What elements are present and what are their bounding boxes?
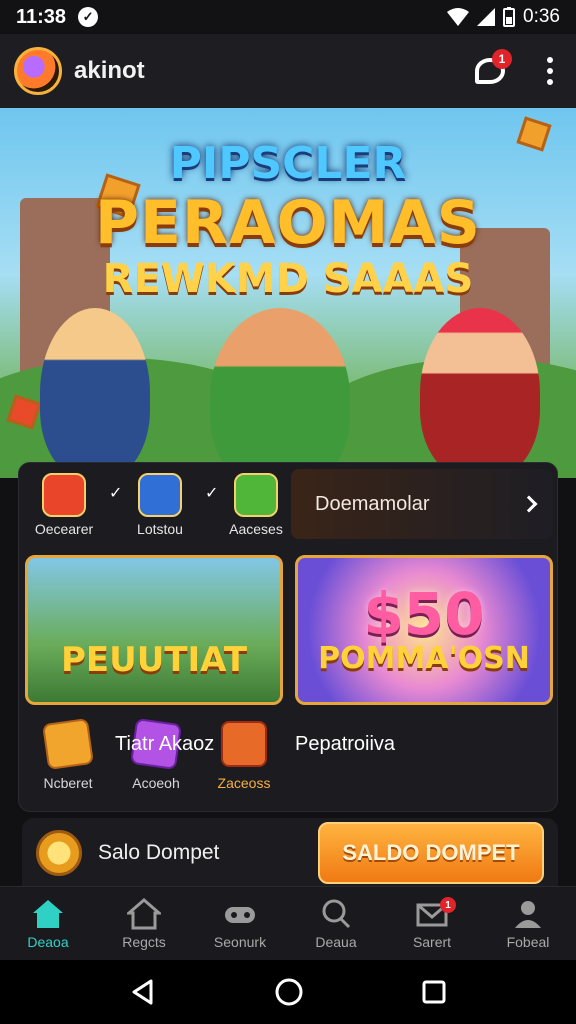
game-card-title: PEUUTIAT bbox=[60, 640, 248, 680]
nav-item-sarert[interactable]: 1 Sarert bbox=[384, 887, 480, 960]
nav-item-regcts[interactable]: Regcts bbox=[96, 887, 192, 960]
swirl-icon bbox=[234, 473, 278, 517]
hero-character-left bbox=[40, 308, 150, 478]
category-row: Oecearer ✓ Lotstou ✓ Aaceses Doemamolar bbox=[19, 463, 559, 545]
home-button-icon[interactable] bbox=[274, 977, 304, 1007]
promo-item[interactable]: Acoeoh bbox=[113, 718, 199, 791]
ticket-icon bbox=[42, 718, 94, 770]
wifi-icon bbox=[447, 8, 470, 26]
game-card[interactable]: PEUUTIAT bbox=[25, 555, 283, 705]
saldo-dompet-button[interactable]: SALDO DOMPET bbox=[318, 822, 544, 884]
chat-button[interactable]: 1 bbox=[468, 49, 512, 93]
nav-item-home[interactable]: Deaoa bbox=[0, 887, 96, 960]
promo-row: Ncberet Acoeoh Zaceoss Tiatr Akaoz Pepat… bbox=[25, 718, 555, 805]
status-time: 11:38 bbox=[16, 5, 67, 28]
monster-icon bbox=[42, 473, 86, 517]
profile-icon bbox=[511, 898, 545, 930]
nav-item-fobeal[interactable]: Fobeal bbox=[480, 887, 576, 960]
recents-icon[interactable] bbox=[421, 979, 447, 1005]
main-panel: Oecearer ✓ Lotstou ✓ Aaceses Doemamolar … bbox=[18, 462, 558, 812]
hero-title-line1: PIPSCLER bbox=[169, 138, 407, 189]
category-item[interactable]: Aaceses bbox=[211, 463, 301, 545]
status-clock: 0:36 bbox=[523, 6, 560, 27]
promo-item[interactable]: Zaceoss bbox=[201, 721, 287, 791]
status-bar: 11:38 ✓ 0:36 bbox=[0, 0, 576, 34]
promo-heading: Tiatr Akaoz bbox=[115, 733, 215, 755]
battery-icon bbox=[503, 7, 516, 27]
hero-character-center bbox=[210, 308, 350, 478]
nav-item-deaua[interactable]: Deaua bbox=[288, 887, 384, 960]
app-logo-icon[interactable] bbox=[14, 47, 62, 95]
home-icon bbox=[31, 898, 65, 930]
coupon-icon bbox=[221, 721, 267, 767]
promo-heading[interactable]: Pepatroiiva bbox=[295, 733, 395, 756]
house-icon bbox=[127, 897, 161, 930]
hero-title-line2: PERAOMAS bbox=[95, 188, 481, 258]
hero-character-right bbox=[420, 308, 540, 478]
hero-banner[interactable]: PIPSCLER PERAOMAS REWKMD SAAAS bbox=[0, 108, 576, 478]
more-vert-icon[interactable] bbox=[538, 57, 562, 85]
promo-card[interactable]: $50 POMMA'OSN bbox=[295, 555, 553, 705]
system-nav-bar bbox=[0, 960, 576, 1024]
category-promo-link[interactable]: Doemamolar bbox=[291, 469, 553, 539]
app-bar: akinot 1 bbox=[0, 34, 576, 108]
promo-card-title: POMMA'OSN bbox=[318, 641, 530, 676]
chevron-right-icon bbox=[520, 495, 538, 513]
category-item[interactable]: Oecearer bbox=[19, 463, 109, 545]
category-promo-label: Doemamolar bbox=[315, 492, 430, 515]
promo-item[interactable]: Ncberet bbox=[25, 718, 111, 791]
wallet-row: Salo Dompet SALDO DOMPET bbox=[22, 818, 558, 888]
notification-icon: ✓ bbox=[78, 7, 99, 27]
promo-card-amount: $50 bbox=[363, 580, 485, 648]
gamepad-icon bbox=[223, 898, 257, 930]
nav-item-seonurk[interactable]: Seonurk bbox=[192, 887, 288, 960]
bag-icon bbox=[138, 473, 182, 517]
bottom-nav: Deaoa Regcts Seonurk Deaua 1 Sarert Fobe… bbox=[0, 886, 576, 960]
search-icon bbox=[319, 898, 353, 930]
back-icon[interactable] bbox=[129, 978, 157, 1006]
coin-icon bbox=[36, 830, 82, 876]
signal-icon bbox=[477, 8, 496, 26]
hero-title-line3: REWKMD SAAAS bbox=[102, 256, 474, 302]
category-item[interactable]: Lotstou bbox=[115, 463, 205, 545]
app-title: akinot bbox=[74, 57, 145, 84]
wallet-label: Salo Dompet bbox=[98, 841, 220, 864]
chat-badge: 1 bbox=[492, 49, 512, 69]
nav-badge: 1 bbox=[440, 897, 456, 913]
